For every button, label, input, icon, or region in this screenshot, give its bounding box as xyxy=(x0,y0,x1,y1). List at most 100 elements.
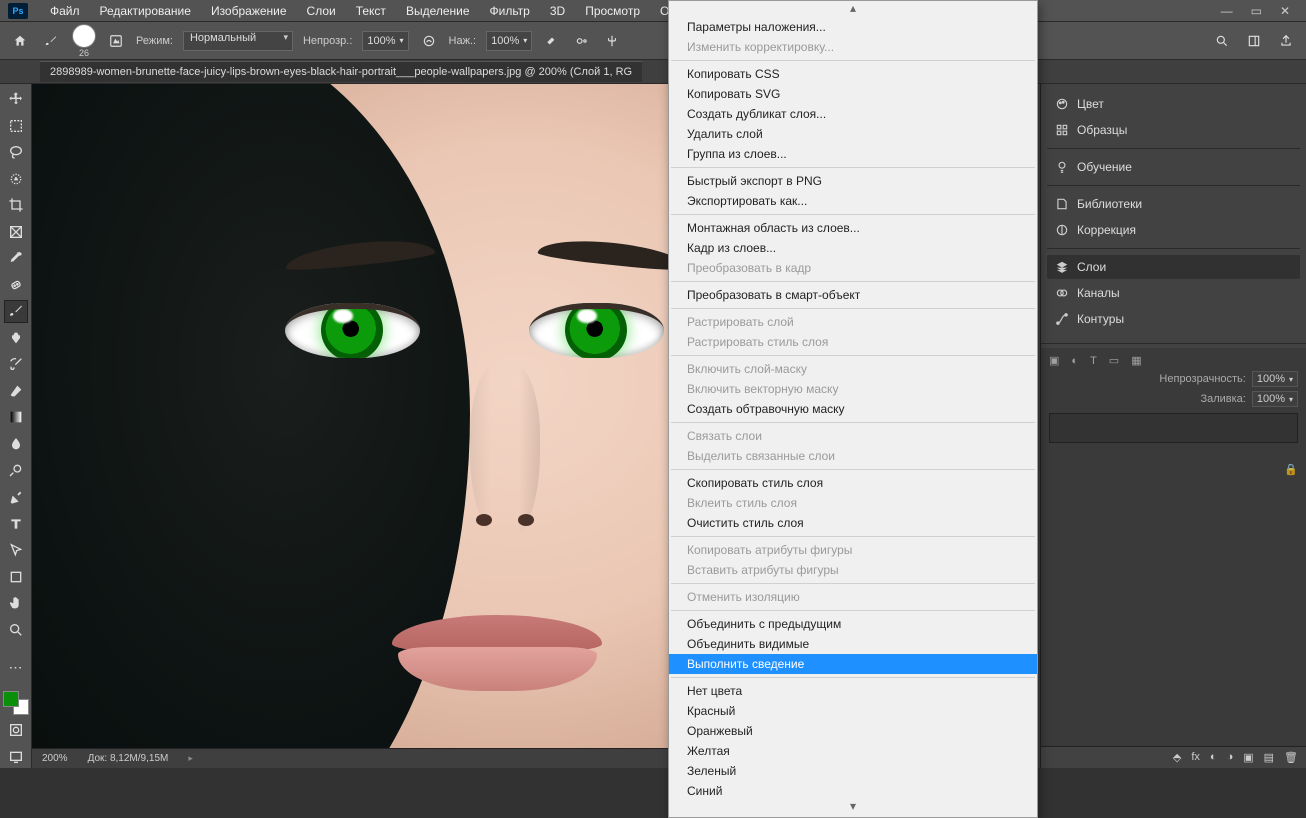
layer-opacity-value[interactable]: 100%▾ xyxy=(1252,371,1298,387)
ctx-item[interactable]: Скопировать стиль слоя xyxy=(669,473,1037,493)
brush-tool-icon[interactable] xyxy=(40,30,62,52)
ctx-item[interactable]: Группа из слоев... xyxy=(669,144,1037,164)
brush-preview-icon[interactable] xyxy=(72,24,96,48)
filter-adjust-icon[interactable]: ◐ xyxy=(1071,355,1078,367)
close-icon[interactable]: ✕ xyxy=(1280,4,1290,18)
ctx-item[interactable]: Оранжевый xyxy=(669,721,1037,741)
menu-layers[interactable]: Слои xyxy=(297,1,346,21)
panel-tab-контуры[interactable]: Контуры xyxy=(1047,307,1300,331)
crop-tool-icon[interactable] xyxy=(4,194,28,217)
ctx-item[interactable]: Кадр из слоев... xyxy=(669,238,1037,258)
panel-tab-каналы[interactable]: Каналы xyxy=(1047,281,1300,305)
eyedropper-tool-icon[interactable] xyxy=(4,247,28,270)
quickmask-icon[interactable] xyxy=(4,719,28,742)
ctx-item[interactable]: Нет цвета xyxy=(669,681,1037,701)
menu-3d[interactable]: 3D xyxy=(540,1,575,21)
new-layer-icon[interactable]: ▤ xyxy=(1264,751,1274,764)
filter-smart-icon[interactable]: ▦ xyxy=(1131,354,1141,367)
foreground-color-swatch[interactable] xyxy=(3,691,19,707)
move-tool-icon[interactable] xyxy=(4,88,28,111)
menu-view[interactable]: Просмотр xyxy=(575,1,650,21)
opacity-value[interactable]: 100%▾ xyxy=(362,31,408,51)
ctx-item[interactable]: Экспортировать как... xyxy=(669,191,1037,211)
menu-scroll-down-icon[interactable]: ▾ xyxy=(669,801,1037,815)
search-icon[interactable] xyxy=(1212,31,1232,51)
more-tools-icon[interactable]: ⋯ xyxy=(4,656,28,679)
group-icon[interactable]: ▣ xyxy=(1243,751,1253,764)
panel-tab-обучение[interactable]: Обучение xyxy=(1047,155,1300,179)
ctx-item[interactable]: Параметры наложения... xyxy=(669,17,1037,37)
flow-value[interactable]: 100%▾ xyxy=(486,31,532,51)
minimize-icon[interactable]: — xyxy=(1221,4,1233,18)
trash-icon[interactable]: 🗑 xyxy=(1284,751,1298,764)
ctx-item[interactable]: Быстрый экспорт в PNG xyxy=(669,171,1037,191)
ctx-item[interactable]: Удалить слой xyxy=(669,124,1037,144)
eraser-tool-icon[interactable] xyxy=(4,380,28,403)
menu-file[interactable]: Файл xyxy=(40,1,90,21)
ctx-item[interactable]: Объединить видимые xyxy=(669,634,1037,654)
pressure-opacity-icon[interactable] xyxy=(419,31,439,51)
menu-image[interactable]: Изображение xyxy=(201,1,297,21)
ctx-item[interactable]: Зеленый xyxy=(669,761,1037,781)
maximize-icon[interactable]: ▭ xyxy=(1251,4,1262,18)
filter-shape-icon[interactable]: ▭ xyxy=(1109,354,1119,367)
menu-select[interactable]: Выделение xyxy=(396,1,480,21)
pressure-size-icon[interactable] xyxy=(572,31,592,51)
ctx-item[interactable]: Выполнить сведение xyxy=(669,654,1037,674)
healing-tool-icon[interactable] xyxy=(4,274,28,297)
document-tab[interactable]: 2898989-women-brunette-face-juicy-lips-b… xyxy=(40,61,642,82)
dodge-tool-icon[interactable] xyxy=(4,459,28,482)
color-swatches[interactable] xyxy=(3,691,29,715)
ctx-item[interactable]: Объединить с предыдущим xyxy=(669,614,1037,634)
ctx-item[interactable]: Красный xyxy=(669,701,1037,721)
brush-tool-icon[interactable] xyxy=(4,300,28,323)
ctx-item[interactable]: Копировать SVG xyxy=(669,84,1037,104)
path-select-tool-icon[interactable] xyxy=(4,539,28,562)
menu-scroll-up-icon[interactable]: ▴ xyxy=(669,3,1037,17)
home-icon[interactable] xyxy=(10,31,30,51)
screenmode-icon[interactable] xyxy=(4,746,28,769)
panel-tab-коррекция[interactable]: Коррекция xyxy=(1047,218,1300,242)
blur-tool-icon[interactable] xyxy=(4,433,28,456)
adjustment-layer-icon[interactable]: ◑ xyxy=(1227,751,1234,764)
filter-pixel-icon[interactable]: ▣ xyxy=(1049,354,1059,367)
layer-context-menu[interactable]: ▴ Параметры наложения...Изменить коррект… xyxy=(668,0,1038,818)
ctx-item[interactable]: Синий xyxy=(669,781,1037,801)
layer-row-placeholder[interactable] xyxy=(1049,413,1298,443)
workspace-icon[interactable] xyxy=(1244,31,1264,51)
symmetry-icon[interactable] xyxy=(602,31,622,51)
panel-tab-образцы[interactable]: Образцы xyxy=(1047,118,1300,142)
layer-fx-icon[interactable]: fx xyxy=(1191,751,1200,764)
menu-text[interactable]: Текст xyxy=(346,1,396,21)
menu-edit[interactable]: Редактирование xyxy=(90,1,201,21)
ctx-item[interactable]: Очистить стиль слоя xyxy=(669,513,1037,533)
pen-tool-icon[interactable] xyxy=(4,486,28,509)
brush-panel-icon[interactable] xyxy=(106,31,126,51)
ctx-item[interactable]: Преобразовать в смарт-объект xyxy=(669,285,1037,305)
lock-icon[interactable]: 🔒 xyxy=(1284,464,1298,476)
lasso-tool-icon[interactable] xyxy=(4,141,28,164)
hand-tool-icon[interactable] xyxy=(4,592,28,615)
quick-select-tool-icon[interactable] xyxy=(4,168,28,191)
gradient-tool-icon[interactable] xyxy=(4,406,28,429)
marquee-tool-icon[interactable] xyxy=(4,115,28,138)
zoom-tool-icon[interactable] xyxy=(4,618,28,641)
panel-tab-цвет[interactable]: Цвет xyxy=(1047,92,1300,116)
panel-tab-слои[interactable]: Слои xyxy=(1047,255,1300,279)
history-brush-tool-icon[interactable] xyxy=(4,353,28,376)
clone-tool-icon[interactable] xyxy=(4,327,28,350)
layer-mask-icon[interactable]: ◐ xyxy=(1210,751,1217,764)
type-tool-icon[interactable] xyxy=(4,512,28,535)
layer-fill-value[interactable]: 100%▾ xyxy=(1252,391,1298,407)
ctx-item[interactable]: Монтажная область из слоев... xyxy=(669,218,1037,238)
menu-filter[interactable]: Фильтр xyxy=(480,1,540,21)
blend-mode-select[interactable]: Нормальный xyxy=(183,31,293,51)
frame-tool-icon[interactable] xyxy=(4,221,28,244)
ctx-item[interactable]: Желтая xyxy=(669,741,1037,761)
ctx-item[interactable]: Создать дубликат слоя... xyxy=(669,104,1037,124)
link-layers-icon[interactable]: ⬘ xyxy=(1173,751,1181,764)
filter-type-icon[interactable]: T xyxy=(1090,355,1097,367)
ctx-item[interactable]: Копировать CSS xyxy=(669,64,1037,84)
share-icon[interactable] xyxy=(1276,31,1296,51)
shape-tool-icon[interactable] xyxy=(4,565,28,588)
